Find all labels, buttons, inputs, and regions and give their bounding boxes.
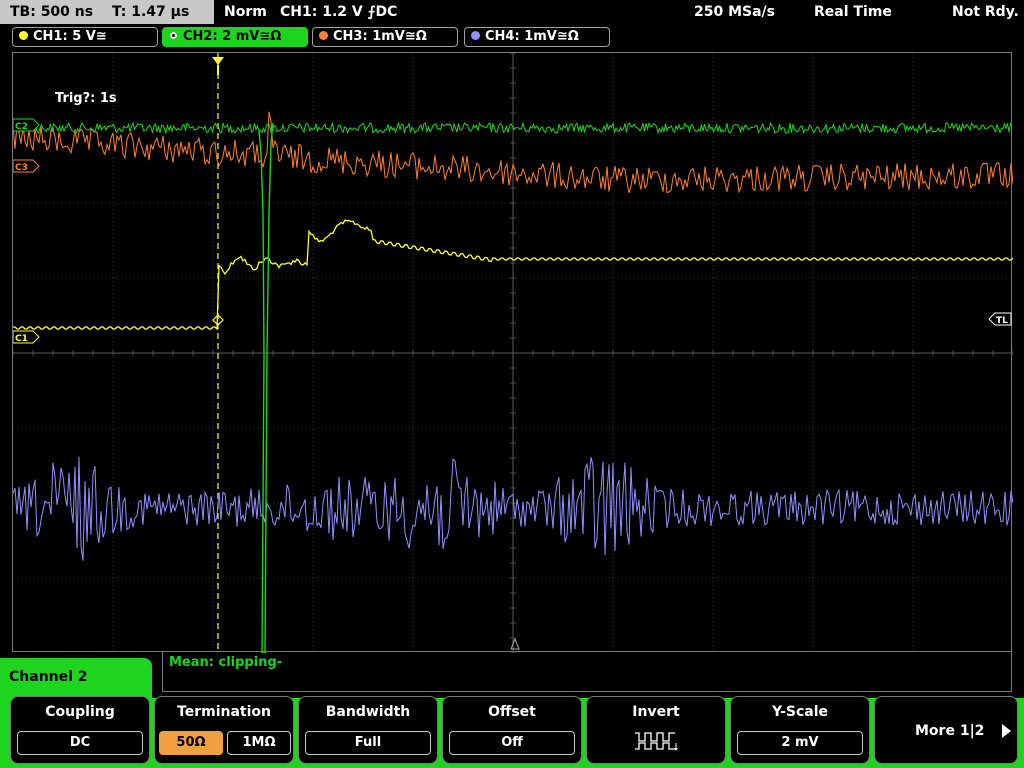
invert-waveform-icon (635, 732, 678, 751)
ch1-color-dot (19, 31, 28, 40)
more-softkey[interactable]: More 1|2 (874, 696, 1018, 764)
marker-c2-label: C2 (15, 122, 28, 132)
menu-title: Channel 2 (0, 658, 152, 698)
coupling-label: Coupling (45, 704, 115, 720)
marker-c1-label: C1 (15, 334, 28, 344)
offset-value-button[interactable]: Off (449, 731, 575, 755)
invert-softkey[interactable]: Invert (586, 696, 726, 764)
marker-c3[interactable]: C3 (13, 159, 40, 173)
coupling-value-button[interactable]: DC (17, 731, 143, 755)
channel-tab-ch4[interactable]: CH4: 1mV≅Ω (464, 27, 610, 47)
trigger-countdown: Trig?: 1s (55, 91, 117, 106)
y-scale-label: Y-Scale (771, 704, 828, 720)
timebase-value: TB: 500 ns (10, 4, 94, 20)
bandwidth-label: Bandwidth (325, 704, 411, 720)
timebase-box[interactable]: TB: 500 ns T: 1.47 µs (0, 0, 214, 24)
offset-softkey[interactable]: Offset Off (442, 696, 582, 764)
channel-tab-label: CH2: 2 mV≅Ω (183, 29, 282, 44)
y-scale-softkey[interactable]: Y-Scale 2 mV (730, 696, 870, 764)
center-marker-icon (510, 637, 520, 650)
channel-tab-ch1[interactable]: CH1: 5 V≅ (12, 27, 158, 47)
trigger-time-value: T: 1.47 µs (111, 4, 190, 20)
chevron-right-icon (1002, 724, 1011, 738)
graticule (13, 53, 1013, 653)
waveform-canvas[interactable]: C2 C3 C1 TL (13, 53, 1013, 653)
termination-50-ohm-button[interactable]: 50Ω (159, 731, 223, 755)
termination-label: Termination (177, 704, 271, 720)
bandwidth-softkey[interactable]: Bandwidth Full (298, 696, 438, 764)
y-scale-value-button[interactable]: 2 mV (737, 731, 863, 755)
waveform-display[interactable]: C2 C3 C1 TL Trig?: 1s (12, 52, 1013, 653)
channel-tab-label: CH1: 5 V≅ (33, 29, 107, 44)
coupling-softkey[interactable]: Coupling DC (10, 696, 150, 764)
sample-rate: 250 MSa/s (694, 4, 776, 20)
trace-ch2-spike (258, 122, 274, 653)
display-mode: Real Time (814, 4, 892, 20)
ch2-color-dot (169, 31, 178, 40)
channel-tab-ch3[interactable]: CH3: 1mV≅Ω (312, 27, 458, 47)
trigger-info[interactable]: CH1: 1.2 V ⨍DC (280, 0, 397, 24)
marker-tl-label: TL (996, 316, 1008, 326)
status-bar: TB: 500 ns T: 1.47 µs Norm CH1: 1.2 V ⨍D… (0, 0, 1024, 24)
marker-c3-label: C3 (15, 163, 28, 173)
termination-softkey[interactable]: Termination 50Ω 1MΩ (154, 696, 294, 764)
more-label: More 1|2 (915, 723, 985, 739)
channel-tab-label: CH4: 1mV≅Ω (485, 29, 579, 44)
measurement-mean: Mean: clipping- (169, 655, 283, 670)
invert-label: Invert (632, 704, 680, 720)
ch4-color-dot (471, 31, 480, 40)
acquisition-mode[interactable]: Norm (224, 0, 267, 24)
ch3-color-dot (319, 31, 328, 40)
measurement-panel: Mean: clipping- (162, 652, 1012, 692)
channel-tab-label: CH3: 1mV≅Ω (333, 29, 427, 44)
channel-tab-ch2[interactable]: CH2: 2 mV≅Ω (162, 27, 308, 47)
run-status: Not Rdy. (952, 4, 1019, 20)
termination-1m-ohm-button[interactable]: 1MΩ (227, 731, 291, 755)
marker-c1[interactable]: C1 (13, 330, 40, 344)
offset-label: Offset (488, 704, 536, 720)
marker-trigger-level[interactable]: TL (988, 312, 1012, 326)
trigger-position-icon[interactable] (212, 57, 224, 65)
bandwidth-value-button[interactable]: Full (305, 731, 431, 755)
